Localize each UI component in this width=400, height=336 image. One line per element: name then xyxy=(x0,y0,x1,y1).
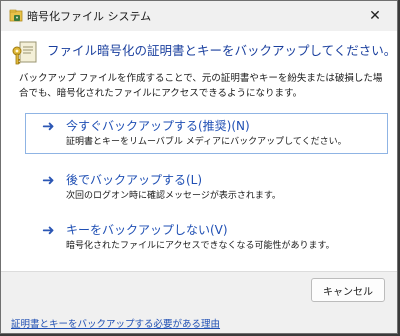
arrow-right-icon: ➜ xyxy=(42,117,55,135)
dialog-footer: キャンセル 証明書とキーをバックアップする必要がある理由 xyxy=(1,271,397,333)
certificate-key-icon xyxy=(12,41,37,65)
window-title: 暗号化ファイル システム xyxy=(27,10,152,23)
option-title: 今すぐバックアップする(推奨)(N) xyxy=(66,119,250,133)
encrypted-file-icon xyxy=(9,9,23,22)
arrow-right-icon: ➜ xyxy=(42,221,55,239)
option-subtitle: 証明書とキーをリムーバブル メディアにバックアップしてください。 xyxy=(66,137,347,147)
close-icon: ✕ xyxy=(369,8,381,24)
option-title: 後でバックアップする(L) xyxy=(66,173,203,187)
description-text: バックアップ ファイルを作成することで、元の証明書やキーを紛失または破損した場合… xyxy=(19,73,383,99)
never-backup-option[interactable]: ➜ キーをバックアップしない(V) 暗号化されたファイルにアクセスできなくなる可… xyxy=(25,217,388,258)
backup-later-option[interactable]: ➜ 後でバックアップする(L) 次回のログオン時に確認メッセージが表示されます。 xyxy=(25,167,388,208)
page-heading: ファイル暗号化の証明書とキーをバックアップしてください。 xyxy=(47,43,397,58)
arrow-right-icon: ➜ xyxy=(42,171,55,189)
cancel-button[interactable]: キャンセル xyxy=(311,278,385,302)
option-subtitle: 次回のログオン時に確認メッセージが表示されます。 xyxy=(66,191,281,201)
efs-backup-dialog: 暗号化ファイル システム ✕ ファイル暗号化の証明書とキーをバックアップしてくだ… xyxy=(0,0,398,334)
help-link[interactable]: 証明書とキーをバックアップする必要がある理由 xyxy=(11,316,220,330)
option-title: キーをバックアップしない(V) xyxy=(66,223,228,237)
backup-now-option[interactable]: ➜ 今すぐバックアップする(推奨)(N) 証明書とキーをリムーバブル メディアに… xyxy=(25,113,388,154)
close-button[interactable]: ✕ xyxy=(353,1,397,31)
option-subtitle: 暗号化されたファイルにアクセスできなくなる可能性があります。 xyxy=(66,241,335,251)
title-bar: 暗号化ファイル システム ✕ xyxy=(1,1,397,31)
dialog-content: ファイル暗号化の証明書とキーをバックアップしてください。 バックアップ ファイル… xyxy=(1,31,397,271)
